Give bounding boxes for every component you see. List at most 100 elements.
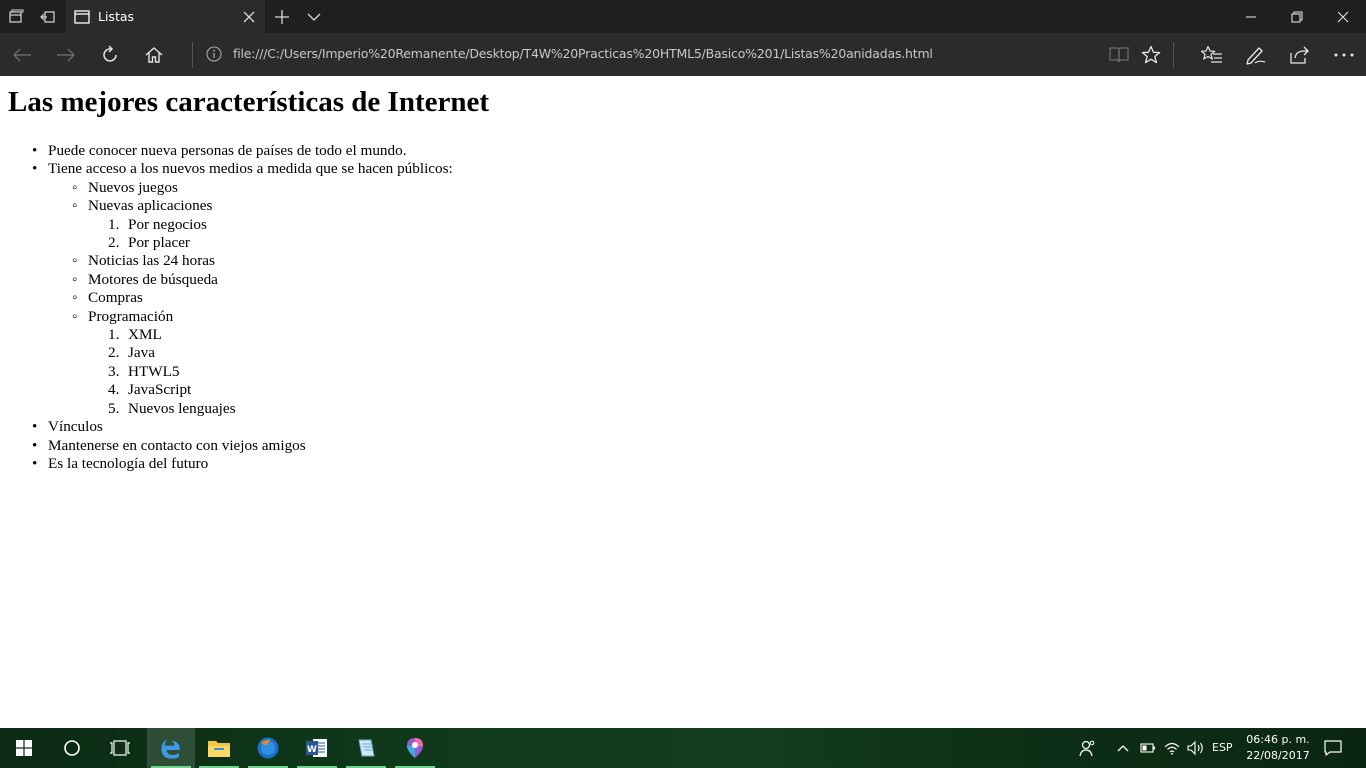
ordered-item-text: Nuevos lenguajes: [128, 399, 236, 417]
sublist-item-text: Motores de búsqueda: [88, 270, 218, 288]
tab-title: Listas: [98, 9, 135, 24]
item-number: 2.: [108, 344, 120, 362]
list-item-text: Es la tecnología del futuro: [48, 454, 209, 472]
item-number: 2.: [108, 234, 120, 252]
list-item: • Tiene acceso a los nuevos medios a med…: [8, 160, 453, 418]
hub-favorites-icon[interactable]: [1190, 33, 1234, 76]
disc-bullet: •: [32, 436, 38, 454]
circle-bullet: ◦: [72, 178, 78, 196]
refresh-icon[interactable]: [88, 33, 132, 76]
show-tabs-aside-icon[interactable]: [32, 0, 64, 33]
sublist-item: ◦ Noticias las 24 horas: [48, 252, 453, 270]
share-icon[interactable]: [1278, 33, 1322, 76]
tab-listas[interactable]: Listas: [66, 0, 265, 33]
ordered-item-text: Java: [128, 344, 155, 362]
home-icon[interactable]: [132, 33, 176, 76]
file-explorer-icon[interactable]: [195, 728, 243, 768]
cortana-search-icon[interactable]: [48, 728, 96, 768]
applications-ordered-list: 1. Por negocios 2. Por placer: [88, 216, 453, 253]
ordered-item: 3. HTWL5: [88, 363, 453, 381]
list-item: • Mantenerse en contacto con viejos amig…: [8, 437, 453, 455]
ordered-item: 1. XML: [88, 326, 453, 344]
notepad-taskbar-icon[interactable]: [342, 728, 390, 768]
ordered-item-text: HTWL5: [128, 362, 180, 380]
sublist-item-text: Compras: [88, 289, 143, 307]
list-item: • Puede conocer nueva personas de países…: [8, 142, 453, 160]
minimize-icon[interactable]: [1228, 0, 1274, 33]
task-view-icon[interactable]: [96, 728, 144, 768]
browser-toolbar: file:///C:/Users/Imperio%20Remanente/Des…: [0, 33, 1366, 76]
ordered-item: 2. Java: [88, 344, 453, 362]
sublist-item-text: Nuevos juegos: [88, 178, 178, 196]
ordered-item: 5. Nuevos lenguajes: [88, 400, 453, 418]
disc-bullet: •: [32, 142, 38, 159]
firefox-taskbar-icon[interactable]: [244, 728, 292, 768]
features-list: • Puede conocer nueva personas de países…: [8, 142, 453, 473]
people-icon[interactable]: [1076, 728, 1098, 768]
sublist-item: ◦ Compras: [48, 289, 453, 307]
sublist-item-text: Programación: [88, 307, 174, 325]
disc-bullet: •: [32, 454, 38, 472]
item-number: 1.: [108, 215, 120, 233]
word-taskbar-icon[interactable]: W: [293, 728, 341, 768]
forward-icon[interactable]: [44, 33, 88, 76]
page-content: Las mejores características de Internet …: [0, 76, 1366, 728]
list-item-text: Puede conocer nueva personas de países d…: [48, 142, 407, 159]
action-center-icon[interactable]: [1322, 728, 1344, 768]
programming-ordered-list: 1. XML 2. Java 3. HTWL5 4. JavaScript 5.…: [88, 326, 453, 418]
disc-bullet: •: [32, 160, 38, 178]
maps-taskbar-icon[interactable]: [391, 728, 439, 768]
circle-bullet: ◦: [72, 289, 78, 307]
browser-titlebar: Listas: [0, 0, 1366, 33]
svg-text:W: W: [307, 745, 317, 755]
circle-bullet: ◦: [72, 270, 78, 288]
ordered-item: 4. JavaScript: [88, 381, 453, 399]
back-icon[interactable]: [0, 33, 44, 76]
taskbar-clock[interactable]: 06:46 p. m. 22/08/2017: [1244, 732, 1312, 764]
wifi-icon[interactable]: [1162, 728, 1182, 768]
close-window-icon[interactable]: [1320, 0, 1366, 33]
page-heading: Las mejores características de Internet: [8, 86, 490, 118]
sublist-item-text: Noticias las 24 horas: [88, 252, 215, 270]
set-tabs-aside-icon[interactable]: [0, 0, 32, 33]
restore-icon[interactable]: [1274, 0, 1320, 33]
item-number: 4.: [108, 381, 120, 399]
battery-icon[interactable]: [1138, 728, 1158, 768]
close-tab-icon[interactable]: [233, 0, 265, 33]
list-item-text: Mantenerse en contacto con viejos amigos: [48, 436, 306, 454]
page-icon: [74, 9, 90, 24]
circle-bullet: ◦: [72, 307, 78, 325]
address-bar[interactable]: file:///C:/Users/Imperio%20Remanente/Des…: [233, 46, 933, 61]
sublist-item: ◦ Nuevas aplicaciones 1. Por negocios 2.…: [48, 197, 453, 252]
toolbar-divider: [1173, 42, 1174, 68]
clock-date: 22/08/2017: [1246, 749, 1310, 762]
edge-taskbar-icon[interactable]: [147, 728, 195, 768]
ordered-item-text: JavaScript: [128, 381, 192, 399]
tab-preview-chevron-icon[interactable]: [298, 0, 330, 33]
new-tab-icon[interactable]: [266, 0, 298, 33]
sublist-item: ◦ Programación 1. XML 2. Java 3. HTWL5 4…: [48, 308, 453, 418]
list-item-text: Vínculos: [48, 418, 103, 436]
list-item-text: Tiene acceso a los nuevos medios a medid…: [48, 160, 453, 178]
info-icon[interactable]: [206, 46, 222, 62]
sublist-item: ◦ Motores de búsqueda: [48, 271, 453, 289]
ordered-item-text: Por placer: [128, 234, 190, 252]
item-number: 5.: [108, 399, 120, 417]
volume-icon[interactable]: [1186, 728, 1206, 768]
item-number: 1.: [108, 326, 120, 344]
toolbar-divider: [192, 42, 193, 68]
favorite-star-icon[interactable]: [1129, 33, 1173, 76]
more-options-icon[interactable]: [1322, 33, 1366, 76]
ordered-item: 2. Por placer: [88, 234, 453, 252]
ordered-item-text: Por negocios: [128, 215, 207, 233]
start-windows-icon[interactable]: [0, 728, 48, 768]
disc-bullet: •: [32, 418, 38, 436]
sublist-item: ◦ Nuevos juegos: [48, 179, 453, 197]
show-hidden-icons-chevron-icon[interactable]: [1114, 728, 1132, 768]
web-note-pen-icon[interactable]: [1234, 33, 1278, 76]
circle-bullet: ◦: [72, 252, 78, 270]
item-number: 3.: [108, 362, 120, 380]
circle-bullet: ◦: [72, 197, 78, 215]
clock-time: 06:46 p. m.: [1246, 733, 1310, 746]
input-language[interactable]: ESP: [1212, 741, 1233, 754]
